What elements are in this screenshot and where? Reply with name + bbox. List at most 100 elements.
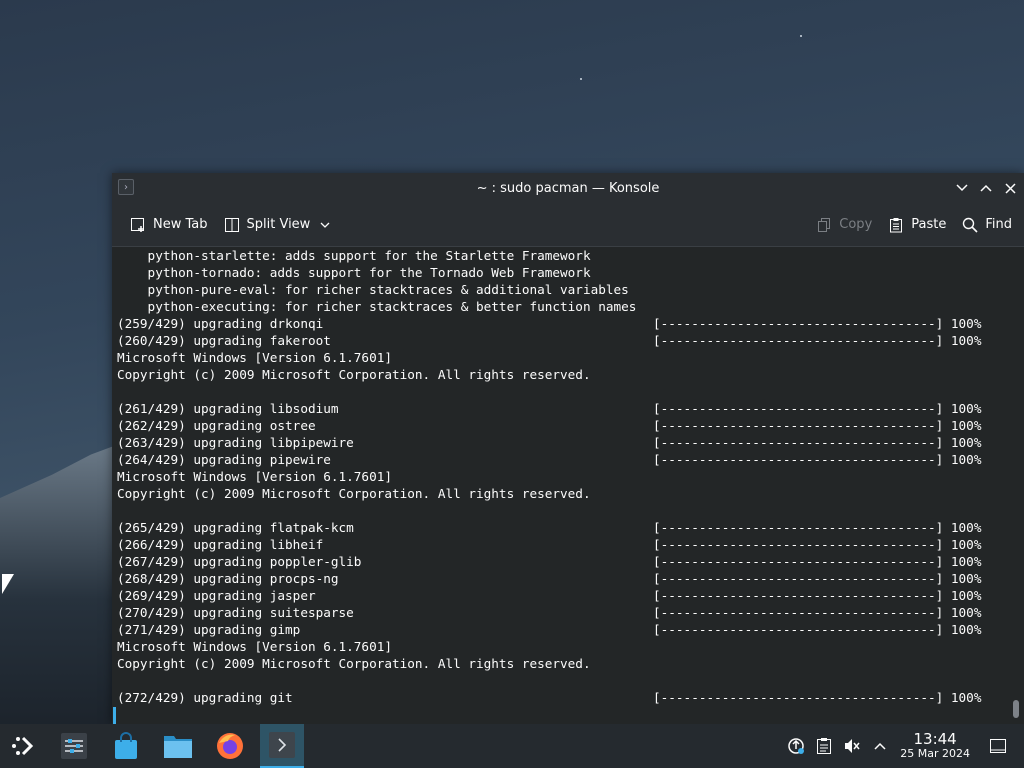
terminal-line-text: (271/429) upgrading gimp <box>117 622 301 637</box>
terminal-line: Microsoft Windows [Version 6.1.7601] <box>112 349 1004 366</box>
terminal-line: Microsoft Windows [Version 6.1.7601] <box>112 638 1004 655</box>
terminal-line: (259/429) upgrading drkonqi [------------… <box>112 315 1004 332</box>
progress-bar-text: [------------------------------------] 1… <box>653 690 982 705</box>
terminal-line: (262/429) upgrading ostree [-------------… <box>112 417 1004 434</box>
terminal-line: python-starlette: adds support for the S… <box>112 247 1004 264</box>
find-label: Find <box>985 217 1012 232</box>
close-button[interactable] <box>998 173 1022 203</box>
system-tray: 13:44 25 Mar 2024 <box>782 724 1024 768</box>
terminal-line-text: (259/429) upgrading drkonqi <box>117 316 324 331</box>
terminal-scrollbar[interactable] <box>1004 247 1024 724</box>
find-button[interactable]: Find <box>954 210 1020 240</box>
terminal-output[interactable]: python-starlette: adds support for the S… <box>112 247 1004 724</box>
discover-button[interactable] <box>104 724 148 768</box>
folder-icon <box>164 736 192 758</box>
terminal-line-text: (262/429) upgrading ostree <box>117 418 316 433</box>
progress-bar-text: [------------------------------------] 1… <box>653 316 982 331</box>
terminal-line: Microsoft Windows [Version 6.1.7601] <box>112 468 1004 485</box>
terminal-line-text: (265/429) upgrading flatpak-kcm <box>117 520 354 535</box>
terminal-line: (269/429) upgrading jasper [-------------… <box>112 587 1004 604</box>
terminal-line: (264/429) upgrading pipewire [-----------… <box>112 451 1004 468</box>
dolphin-button[interactable] <box>156 724 200 768</box>
minimize-button[interactable] <box>950 173 974 203</box>
terminal-line: python-pure-eval: for richer stacktraces… <box>112 281 1004 298</box>
new-tab-icon <box>130 217 146 233</box>
paste-button[interactable]: Paste <box>880 210 954 240</box>
clock-time: 13:44 <box>913 730 957 749</box>
new-tab-button[interactable]: New Tab <box>122 210 216 240</box>
copy-label: Copy <box>839 217 873 232</box>
terminal-line-text: Microsoft Windows [Version 6.1.7601] <box>117 350 392 365</box>
terminal-cursor <box>113 707 116 724</box>
terminal-line: (265/429) upgrading flatpak-kcm [--------… <box>112 519 1004 536</box>
progress-bar-text: [------------------------------------] 1… <box>653 588 982 603</box>
firefox-icon <box>217 733 243 759</box>
chevron-down-icon <box>956 184 968 192</box>
terminal-line: Copyright (c) 2009 Microsoft Corporation… <box>112 366 1004 383</box>
chevron-down-icon <box>317 217 333 233</box>
terminal-line-text: Microsoft Windows [Version 6.1.7601] <box>117 469 392 484</box>
settings-sliders-icon <box>61 733 87 759</box>
terminal-line-text: (264/429) upgrading pipewire <box>117 452 331 467</box>
progress-bar-text: [------------------------------------] 1… <box>653 333 982 348</box>
new-tab-label: New Tab <box>153 217 208 232</box>
terminal-line: (266/429) upgrading libheif [------------… <box>112 536 1004 553</box>
terminal-icon <box>269 732 295 758</box>
terminal-line-text: (261/429) upgrading libsodium <box>117 401 339 416</box>
terminal-line: (271/429) upgrading gimp [---------------… <box>112 621 1004 638</box>
tray-expand-chevron-icon[interactable] <box>866 742 894 750</box>
progress-bar-text: [------------------------------------] 1… <box>653 435 982 450</box>
update-notifier-icon[interactable] <box>782 737 810 755</box>
taskbar-panel: 13:44 25 Mar 2024 <box>0 724 1024 768</box>
firefox-button[interactable] <box>208 724 252 768</box>
volume-muted-icon[interactable] <box>838 737 866 755</box>
terminal-line: (268/429) upgrading procps-ng [----------… <box>112 570 1004 587</box>
terminal-line-text: (267/429) upgrading poppler-glib <box>117 554 362 569</box>
terminal-line-text: Copyright (c) 2009 Microsoft Corporation… <box>117 486 591 501</box>
progress-bar-text: [------------------------------------] 1… <box>653 537 982 552</box>
konsole-app-icon[interactable]: › <box>118 179 134 195</box>
system-settings-button[interactable] <box>52 724 96 768</box>
progress-bar-text: [------------------------------------] 1… <box>653 418 982 433</box>
app-launcher-button[interactable] <box>0 724 44 768</box>
clock-date: 25 Mar 2024 <box>900 747 970 761</box>
split-view-icon <box>224 217 240 233</box>
split-view-button[interactable]: Split View <box>216 210 342 240</box>
show-desktop-icon[interactable] <box>984 738 1012 754</box>
konsole-window[interactable]: › ~ : sudo pacman — Konsole New Tab Spli… <box>112 173 1024 724</box>
terminal-line-text: (266/429) upgrading libheif <box>117 537 324 552</box>
konsole-toolbar: New Tab Split View Copy Paste Find <box>112 203 1024 247</box>
terminal-line: python-executing: for richer stacktraces… <box>112 298 1004 315</box>
konsole-taskbar-button[interactable] <box>260 724 304 768</box>
terminal-line: python-tornado: adds support for the Tor… <box>112 264 1004 281</box>
terminal-line: (260/429) upgrading fakeroot [-----------… <box>112 332 1004 349</box>
copy-button[interactable]: Copy <box>808 210 880 240</box>
progress-bar-text: [------------------------------------] 1… <box>653 605 982 620</box>
terminal-line: (270/429) upgrading suitesparse [--------… <box>112 604 1004 621</box>
terminal-line: (263/429) upgrading libpipewire [--------… <box>112 434 1004 451</box>
digital-clock[interactable]: 13:44 25 Mar 2024 <box>900 730 970 761</box>
terminal-line: (272/429) upgrading git [----------------… <box>112 689 1004 706</box>
progress-bar-text: [------------------------------------] 1… <box>653 401 982 416</box>
terminal-line-text: Copyright (c) 2009 Microsoft Corporation… <box>117 656 591 671</box>
kde-launcher-icon <box>12 736 34 756</box>
terminal-line-text: (270/429) upgrading suitesparse <box>117 605 354 620</box>
scrollbar-thumb[interactable] <box>1013 700 1019 718</box>
mouse-pointer-icon <box>2 574 14 594</box>
terminal-line-text: (269/429) upgrading jasper <box>117 588 316 603</box>
terminal-line-text: (268/429) upgrading procps-ng <box>117 571 339 586</box>
terminal-line-text: (272/429) upgrading git <box>117 690 293 705</box>
star <box>580 78 582 80</box>
terminal-line-text: (263/429) upgrading libpipewire <box>117 435 354 450</box>
progress-bar-text: [------------------------------------] 1… <box>653 452 982 467</box>
search-icon <box>962 217 978 233</box>
store-bag-icon <box>115 732 137 759</box>
terminal-line-text: Microsoft Windows [Version 6.1.7601] <box>117 639 392 654</box>
window-titlebar[interactable]: › ~ : sudo pacman — Konsole <box>112 173 1024 203</box>
close-icon <box>1004 182 1016 194</box>
maximize-button[interactable] <box>974 173 998 203</box>
clipboard-icon[interactable] <box>810 737 838 755</box>
paste-label: Paste <box>911 217 947 232</box>
terminal-line-text: (260/429) upgrading fakeroot <box>117 333 331 348</box>
